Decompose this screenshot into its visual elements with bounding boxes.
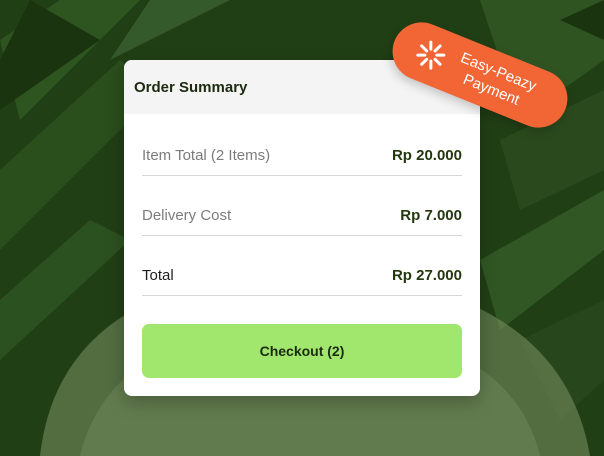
order-summary-card: Order Summary Item Total (2 Items) Rp 20… — [124, 60, 480, 396]
order-summary-title: Order Summary — [134, 78, 248, 96]
total-value: Rp 27.000 — [391, 266, 462, 284]
item-total-label: Item Total (2 Items) — [142, 146, 271, 164]
total-row: Total Rp 27.000 — [142, 255, 462, 296]
sparkle-icon — [416, 40, 446, 70]
delivery-cost-label: Delivery Cost — [142, 206, 232, 224]
item-total-value: Rp 20.000 — [391, 146, 462, 164]
checkout-button[interactable]: Checkout (2) — [142, 324, 462, 378]
delivery-cost-value: Rp 7.000 — [400, 206, 462, 224]
item-total-row: Item Total (2 Items) Rp 20.000 — [142, 135, 462, 176]
delivery-cost-row: Delivery Cost Rp 7.000 — [142, 195, 462, 236]
total-label: Total — [142, 266, 174, 284]
